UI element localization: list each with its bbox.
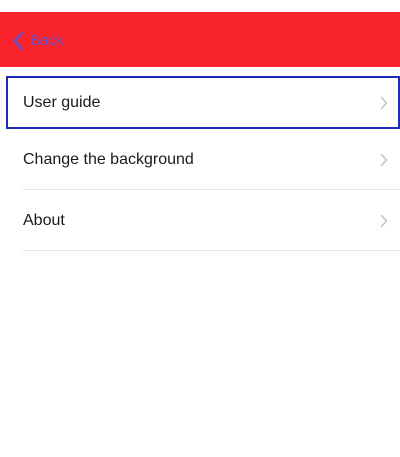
chevron-left-icon [12,32,24,50]
settings-screen: Back User guide Change the background Ab… [0,0,400,457]
menu-item-about[interactable]: About [0,190,400,251]
chevron-right-icon [380,96,388,110]
menu-item-label: User guide [23,93,101,111]
menu-item-label: About [23,211,65,229]
menu-item-label: Change the background [23,150,194,168]
back-button[interactable]: Back [12,31,63,51]
menu-item-user-guide[interactable]: User guide [6,76,400,129]
back-label: Back [30,32,64,49]
settings-menu-list: User guide Change the background About [0,76,400,251]
navigation-bar: Back [0,12,400,67]
menu-item-change-background[interactable]: Change the background [0,129,400,190]
chevron-right-icon [380,153,388,167]
chevron-right-icon [380,214,388,228]
